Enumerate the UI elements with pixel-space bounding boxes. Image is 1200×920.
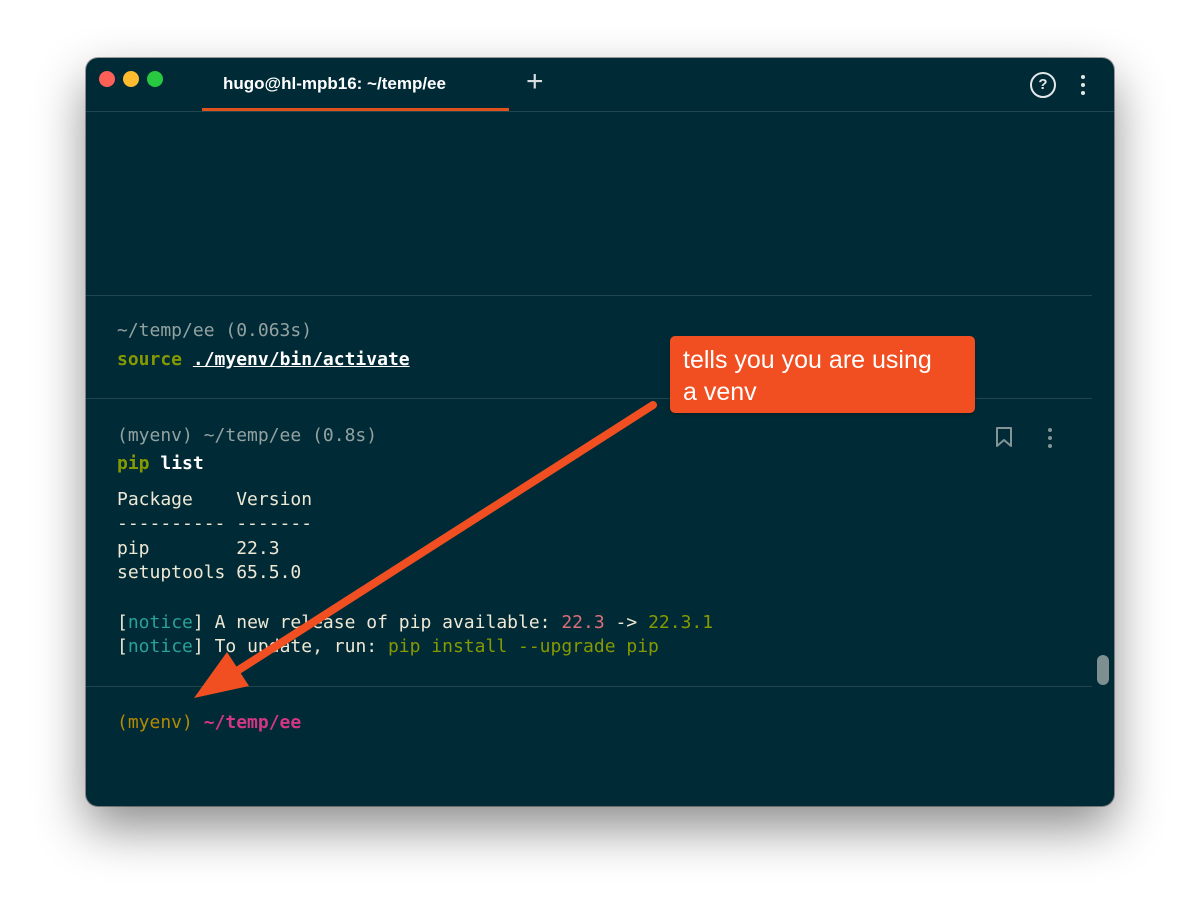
- new-tab-button[interactable]: +: [526, 67, 544, 97]
- tab-title: hugo@hl-mpb16: ~/temp/ee: [223, 74, 446, 93]
- table-row: setuptools 65.5.0: [117, 561, 301, 585]
- notice-arrow: ->: [615, 612, 638, 633]
- block-options-icon[interactable]: [1048, 428, 1052, 452]
- old-version: 22.3: [561, 612, 605, 633]
- command-keyword: source: [117, 349, 183, 370]
- help-icon[interactable]: ?: [1030, 72, 1056, 98]
- notice-command: pip install --upgrade pip: [387, 636, 659, 657]
- prompt-env: (myenv): [117, 712, 193, 733]
- notice-text: A new release of pip available:: [214, 612, 562, 633]
- package-version: 22.3: [236, 538, 280, 559]
- prompt-path: ~/temp/ee: [203, 712, 302, 733]
- annotation-line-2: a venv: [683, 378, 757, 406]
- tab-active[interactable]: hugo@hl-mpb16: ~/temp/ee: [202, 58, 509, 111]
- bookmark-icon[interactable]: [994, 426, 1014, 448]
- block-divider: [86, 686, 1092, 687]
- notice-tag: notice: [127, 636, 193, 657]
- notice-line: [notice] To update, run: pip install --u…: [117, 636, 659, 657]
- column-header-package: Package: [117, 489, 193, 510]
- output-rule: ---------- -------: [117, 513, 313, 534]
- package-name: setuptools: [117, 562, 226, 583]
- notice-tag: notice: [127, 612, 193, 633]
- command-argument-link[interactable]: ./myenv/bin/activate: [193, 349, 410, 370]
- title-bar: hugo@hl-mpb16: ~/temp/ee + ?: [86, 58, 1114, 112]
- annotation-line-1: tells you you are using: [683, 346, 932, 374]
- annotation-callout: tells you you are using a venv: [670, 336, 975, 413]
- terminal-window: hugo@hl-mpb16: ~/temp/ee + ? ~/temp/ee (…: [86, 58, 1114, 806]
- annotation-text: tells you you are using a venv: [683, 344, 932, 408]
- command-argument: list: [160, 453, 204, 474]
- close-window-button[interactable]: [99, 71, 115, 87]
- scrollbar-thumb[interactable]: [1097, 655, 1109, 685]
- block-header: ~/temp/ee (0.063s): [117, 320, 313, 341]
- notice-line: [notice] A new release of pip available:…: [117, 612, 714, 633]
- new-version: 22.3.1: [648, 612, 714, 633]
- command-line[interactable]: source ./myenv/bin/activate: [117, 348, 410, 372]
- tab-active-indicator: [202, 108, 509, 111]
- zoom-window-button[interactable]: [147, 71, 163, 87]
- plus-icon: +: [526, 65, 544, 98]
- output-table-header: Package Version: [117, 488, 312, 512]
- active-prompt[interactable]: (myenv) ~/temp/ee: [117, 711, 301, 735]
- more-options-icon[interactable]: [1081, 75, 1085, 99]
- minimize-window-button[interactable]: [123, 71, 139, 87]
- notice-text: To update, run:: [214, 636, 388, 657]
- command-line[interactable]: pip list: [117, 452, 204, 476]
- block-header: (myenv) ~/temp/ee (0.8s): [117, 425, 378, 446]
- table-row: pip 22.3: [117, 537, 280, 561]
- command-keyword: pip: [117, 453, 150, 474]
- column-header-version: Version: [236, 489, 313, 510]
- package-version: 65.5.0: [236, 562, 302, 583]
- block-divider: [86, 295, 1092, 296]
- package-name: pip: [117, 538, 150, 559]
